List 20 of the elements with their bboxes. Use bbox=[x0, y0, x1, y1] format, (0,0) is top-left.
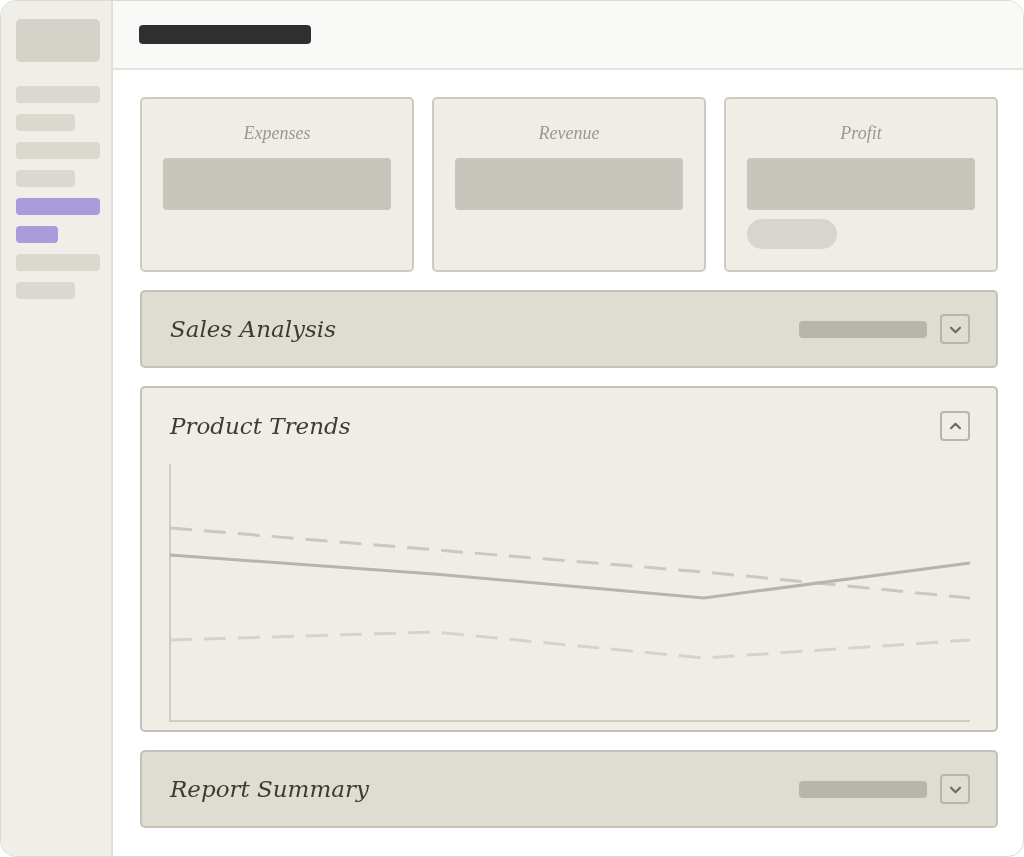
sidebar-item[interactable] bbox=[16, 142, 100, 159]
chevron-up-icon bbox=[948, 421, 962, 431]
section-title: Product Trends bbox=[170, 413, 351, 439]
sidebar-item[interactable] bbox=[16, 198, 100, 215]
chevron-down-icon bbox=[948, 324, 962, 334]
card-label: Revenue bbox=[538, 123, 600, 145]
sidebar-item[interactable] bbox=[16, 114, 75, 131]
collapse-button[interactable] bbox=[940, 411, 970, 441]
card-label: Expenses bbox=[243, 123, 311, 145]
chevron-down-icon bbox=[948, 784, 962, 794]
section-title: Sales Analysis bbox=[170, 316, 336, 342]
sidebar-item[interactable] bbox=[16, 282, 75, 299]
sidebar-item[interactable] bbox=[16, 254, 100, 271]
sidebar-item[interactable] bbox=[16, 226, 58, 243]
section-title: Report Summary bbox=[170, 776, 369, 802]
sidebar-item[interactable] bbox=[16, 170, 75, 187]
card-label: Profit bbox=[840, 123, 882, 145]
expand-button[interactable] bbox=[940, 314, 970, 344]
sidebar-item[interactable] bbox=[16, 86, 100, 103]
expand-button[interactable] bbox=[940, 774, 970, 804]
